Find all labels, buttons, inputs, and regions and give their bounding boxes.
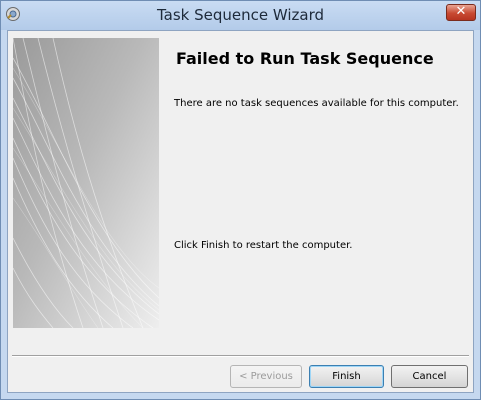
close-button[interactable]: ✕	[446, 4, 476, 21]
separator-line	[12, 355, 469, 357]
page-title: Failed to Run Task Sequence	[176, 49, 434, 68]
previous-button[interactable]: < Previous	[230, 365, 302, 388]
cancel-button[interactable]: Cancel	[391, 365, 468, 388]
restart-instruction: Click Finish to restart the computer.	[174, 240, 353, 251]
banner-image	[13, 38, 159, 328]
title-bar[interactable]: Task Sequence Wizard ✕	[1, 1, 480, 30]
error-message: There are no task sequences available fo…	[174, 98, 459, 109]
window-title: Task Sequence Wizard	[156, 6, 325, 24]
close-icon: ✕	[455, 4, 467, 19]
finish-button[interactable]: Finish	[309, 365, 384, 388]
wizard-client-area: Failed to Run Task Sequence There are no…	[7, 30, 474, 393]
wizard-window: Task Sequence Wizard ✕ Failed to Run Tas…	[0, 0, 481, 400]
